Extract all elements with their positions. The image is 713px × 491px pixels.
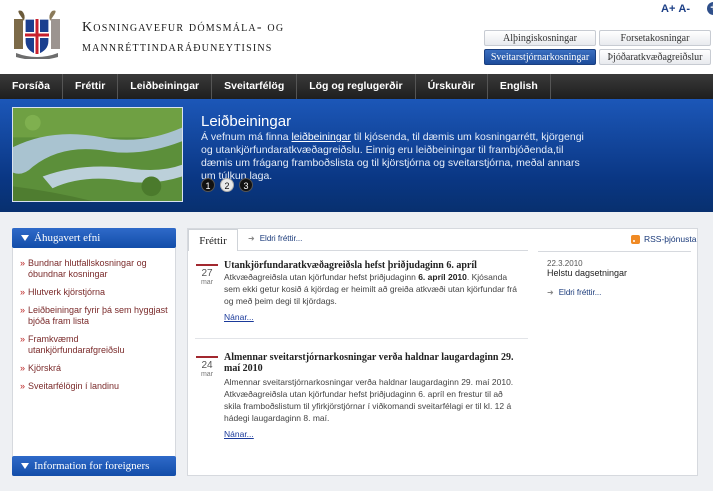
older-news-label: Eldri fréttir... xyxy=(259,234,303,243)
sidebar-foreign-label: Information for foreigners xyxy=(34,460,150,472)
banner-dot-2[interactable]: 2 xyxy=(220,178,234,192)
banner-text-start: Á vefnum má finna xyxy=(201,131,292,143)
main-nav: Forsíða Fréttir Leiðbeiningar Sveitarfél… xyxy=(0,74,713,99)
sidebar-links: Bundnar hlutfallskosningar og óbundnar k… xyxy=(20,258,170,399)
nav-item-rulings[interactable]: Úrskurðir xyxy=(416,74,488,99)
news-more-link-2[interactable]: Nánar... xyxy=(224,429,254,439)
older-news-right-label: Eldri fréttir... xyxy=(558,288,602,297)
banner-dot-1[interactable]: 1 xyxy=(201,178,215,192)
municipal-elections-button[interactable]: Sveitarstjórnarkosningar xyxy=(484,49,596,65)
news-day: 24 xyxy=(201,360,213,371)
news-day: 27 xyxy=(201,268,213,279)
plus-icon[interactable]: + xyxy=(706,2,713,15)
nav-item-english[interactable]: English xyxy=(488,74,551,99)
sidebar-item-municipalities[interactable]: Sveitarfélögin í landinu xyxy=(20,381,170,392)
right-news-title[interactable]: Helstu dagsetningar xyxy=(547,268,627,278)
arrow-right-icon: ➜ xyxy=(547,288,554,297)
sidebar-item-proportional[interactable]: Bundnar hlutfallskosningar og óbundnar k… xyxy=(20,258,170,280)
news-body-1-a: Atkvæðagreiðsla utan kjörfundar hefst þr… xyxy=(224,272,419,282)
font-decrease-button[interactable]: A- xyxy=(678,3,690,15)
triangle-down-icon xyxy=(21,463,29,469)
presidential-elections-button[interactable]: Forsetakosningar xyxy=(599,30,711,46)
arrow-right-icon: ➜ xyxy=(248,234,255,243)
news-date-1: 27 mar xyxy=(196,264,218,286)
banner-landscape-image[interactable] xyxy=(12,107,183,202)
coat-of-arms-icon[interactable] xyxy=(12,7,62,59)
nav-item-guidelines[interactable]: Leiðbeiningar xyxy=(118,74,213,99)
news-title-2[interactable]: Almennar sveitarstjórnarkosningar verða … xyxy=(224,352,524,374)
news-body-1-bold: 6. apríl 2010 xyxy=(418,272,467,282)
news-body-1: Atkvæðagreiðsla utan kjörfundar hefst þr… xyxy=(224,271,522,307)
sidebar-item-absentee[interactable]: Framkvæmd utankjörfundarafgreiðslu xyxy=(20,334,170,356)
nav-item-laws[interactable]: Lög og reglugerðir xyxy=(297,74,416,99)
sidebar-heading-foreigners[interactable]: Information for foreigners xyxy=(12,456,176,476)
older-news-link-right[interactable]: ➜ Eldri fréttir... xyxy=(547,288,601,297)
banner-guidelines-link[interactable]: leiðbeiningar xyxy=(291,131,351,143)
news-month: mar xyxy=(200,279,214,286)
site-title-line-1: Kosningavefur dómsmála- og xyxy=(82,20,285,35)
font-size-tools: A+ A- + xyxy=(661,2,713,15)
banner-dot-3[interactable]: 3 xyxy=(239,178,253,192)
banner-title: Leiðbeiningar xyxy=(201,113,292,130)
tab-divider xyxy=(238,250,528,251)
news-date-2: 24 mar xyxy=(196,356,218,378)
sidebar-item-election-boards[interactable]: Hlutverk kjörstjórna xyxy=(20,287,170,298)
nav-item-news[interactable]: Fréttir xyxy=(63,74,119,99)
news-title-1[interactable]: Utankjörfundaratkvæðagreiðsla hefst þrið… xyxy=(224,260,522,271)
rss-icon xyxy=(631,234,640,244)
right-news-date: 22.3.2010 xyxy=(547,259,583,268)
sidebar-item-list-guidelines[interactable]: Leiðbeiningar fyrir þá sem hyggjast bjóð… xyxy=(20,305,170,327)
site-title-line-2: mannréttindaráðuneytisins xyxy=(82,40,273,55)
news-separator xyxy=(195,338,528,339)
sidebar-item-voter-register[interactable]: Kjörskrá xyxy=(20,363,170,374)
banner-text: Á vefnum má finna leiðbeiningar til kjós… xyxy=(201,131,596,183)
news-more-link-1[interactable]: Nánar... xyxy=(224,312,254,322)
right-column-divider xyxy=(538,251,691,252)
referendums-button[interactable]: Þjóðaratkvæðagreiðslur xyxy=(599,49,711,65)
nav-item-home[interactable]: Forsíða xyxy=(0,74,63,99)
news-body-2: Almennar sveitarstjórnarkosningar verða … xyxy=(224,377,514,423)
older-news-link-top[interactable]: ➜ Eldri fréttir... xyxy=(248,234,302,243)
banner-pager: 1 2 3 xyxy=(201,178,253,192)
site-title[interactable]: Kosningavefur dómsmála- og mannréttindar… xyxy=(82,18,284,58)
nav-item-municipalities[interactable]: Sveitarfélög xyxy=(212,74,298,99)
triangle-down-icon xyxy=(21,235,29,241)
sidebar-heading-label: Áhugavert efni xyxy=(34,232,101,244)
althingi-elections-button[interactable]: Alþingiskosningar xyxy=(484,30,596,46)
font-increase-button[interactable]: A+ xyxy=(661,3,675,15)
tab-news[interactable]: Fréttir xyxy=(188,229,238,251)
rss-label: RSS-þjónusta xyxy=(644,234,697,244)
rss-link[interactable]: RSS-þjónusta xyxy=(631,234,696,244)
sidebar-heading-interesting[interactable]: Áhugavert efni xyxy=(12,228,176,248)
news-month: mar xyxy=(200,371,214,378)
